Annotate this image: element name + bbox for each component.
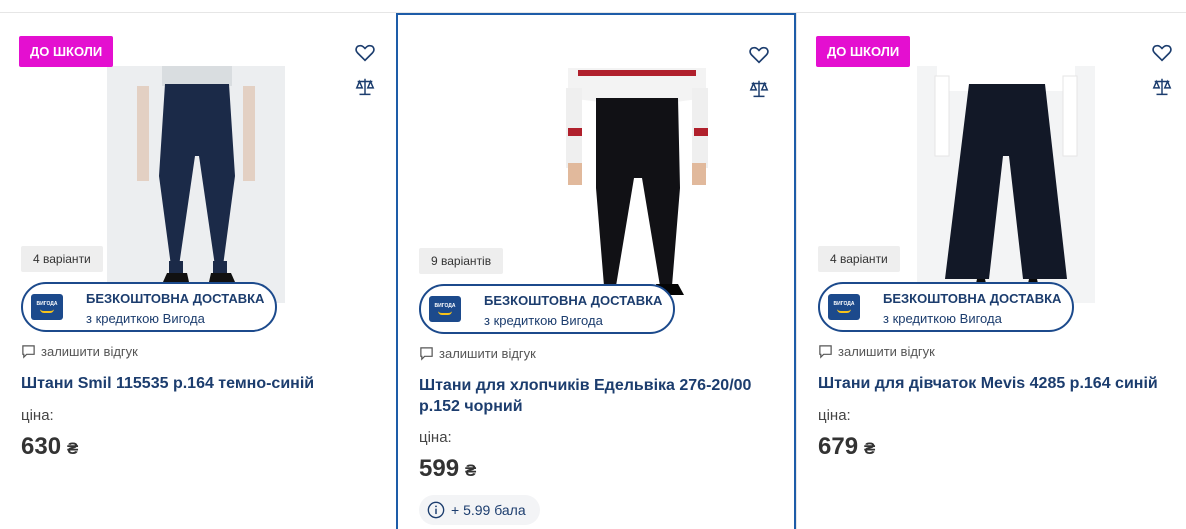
product-price: 679 ₴ xyxy=(818,433,876,460)
vygoda-card-icon: ВИГОДА xyxy=(828,294,860,320)
product-image[interactable] xyxy=(548,68,726,305)
product-image[interactable] xyxy=(107,66,285,303)
comment-icon xyxy=(420,347,433,361)
product-price: 630 ₴ xyxy=(21,433,79,460)
free-delivery-banner[interactable]: ВИГОДА БЕЗКОШТОВНА ДОСТАВКА з кредиткою … xyxy=(21,282,277,332)
leave-review-link[interactable]: залишити відгук xyxy=(818,344,935,359)
leave-review-link[interactable]: залишити відгук xyxy=(21,344,138,359)
compare-scales-icon[interactable] xyxy=(1151,76,1173,98)
delivery-title: БЕЗКОШТОВНА ДОСТАВКА xyxy=(883,291,1062,306)
compare-scales-icon[interactable] xyxy=(354,76,376,98)
variants-count[interactable]: 4 варіанти xyxy=(818,246,900,272)
delivery-subtitle: з кредиткою Вигода xyxy=(883,311,1002,326)
product-title[interactable]: Штани для дівчаток Mevis 4285 р.164 сині… xyxy=(818,373,1168,394)
heart-icon[interactable] xyxy=(748,44,770,66)
bonus-points[interactable]: + 5.99 бала xyxy=(419,495,540,525)
promo-badge: до школи xyxy=(19,36,114,67)
heart-icon[interactable] xyxy=(1151,42,1173,64)
delivery-title: БЕЗКОШТОВНА ДОСТАВКА xyxy=(484,293,663,308)
product-title[interactable]: Штани Smil 115535 р.164 темно-синій xyxy=(21,373,371,394)
leave-review-link[interactable]: залишити відгук xyxy=(419,346,536,361)
product-card[interactable]: до школи 4 варіанти ВИГОДА БЕЗКОШТОВНА Д… xyxy=(0,13,400,529)
product-title[interactable]: Штани для хлопчиків Едельвіка 276-20/00 … xyxy=(419,375,769,417)
compare-scales-icon[interactable] xyxy=(748,78,770,100)
free-delivery-banner[interactable]: ВИГОДА БЕЗКОШТОВНА ДОСТАВКА з кредиткою … xyxy=(419,284,675,334)
promo-badge: до школи xyxy=(816,36,911,67)
comment-icon xyxy=(819,345,832,359)
vygoda-card-icon: ВИГОДА xyxy=(429,296,461,322)
variants-count[interactable]: 9 варіантів xyxy=(419,248,504,274)
vygoda-card-icon: ВИГОДА xyxy=(31,294,63,320)
product-card[interactable]: до школи 4 варіанти ВИГОДА БЕЗКОШТОВНА Д… xyxy=(797,13,1186,529)
free-delivery-banner[interactable]: ВИГОДА БЕЗКОШТОВНА ДОСТАВКА з кредиткою … xyxy=(818,282,1074,332)
price-label: ціна: xyxy=(419,429,452,446)
price-label: ціна: xyxy=(21,407,54,424)
price-label: ціна: xyxy=(818,407,851,424)
delivery-subtitle: з кредиткою Вигода xyxy=(86,311,205,326)
delivery-subtitle: з кредиткою Вигода xyxy=(484,313,603,328)
comment-icon xyxy=(22,345,35,359)
heart-icon[interactable] xyxy=(354,42,376,64)
variants-count[interactable]: 4 варіанти xyxy=(21,246,103,272)
product-price: 599 ₴ xyxy=(419,455,477,482)
product-card[interactable]: 9 варіантів ВИГОДА БЕЗКОШТОВНА ДОСТАВКА … xyxy=(396,13,796,529)
delivery-title: БЕЗКОШТОВНА ДОСТАВКА xyxy=(86,291,265,306)
info-icon xyxy=(427,501,445,519)
product-image[interactable] xyxy=(917,66,1095,303)
